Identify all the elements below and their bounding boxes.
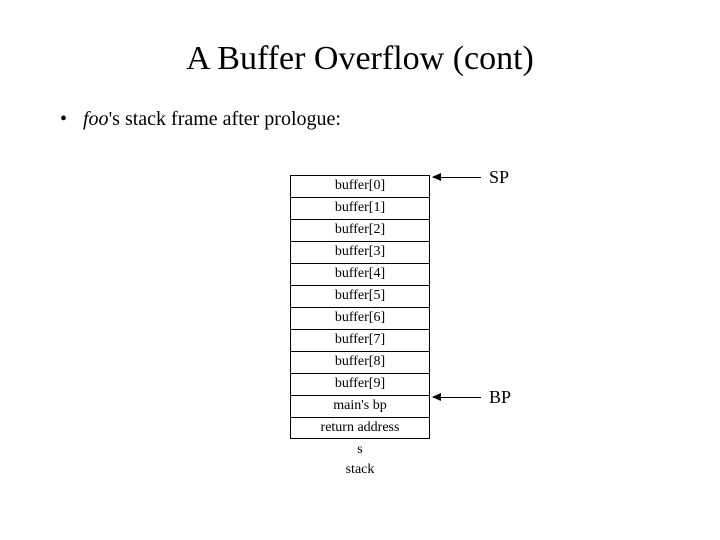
stack-cell: return address <box>290 417 430 439</box>
stack-cell: buffer[3] <box>290 241 430 263</box>
stack-cell: main's bp <box>290 395 430 417</box>
stack-cell: buffer[8] <box>290 351 430 373</box>
stack-cell: buffer[4] <box>290 263 430 285</box>
stack-cell: buffer[6] <box>290 307 430 329</box>
stack-cell: buffer[5] <box>290 285 430 307</box>
slide-title: A Buffer Overflow (cont) <box>60 40 660 78</box>
bullet-foo: foo <box>83 108 109 130</box>
bullet-dot: • <box>60 108 78 131</box>
bullet-rest: 's stack frame after prologue: <box>109 108 341 130</box>
stack-below-stack: stack <box>290 461 430 479</box>
stack-cell: buffer[9] <box>290 373 430 395</box>
stack-cell: buffer[7] <box>290 329 430 351</box>
slide: A Buffer Overflow (cont) • foo's stack f… <box>0 0 720 540</box>
bp-label: BP <box>489 387 511 408</box>
stack-below-s: s <box>290 441 430 459</box>
stack-cell: buffer[1] <box>290 197 430 219</box>
arrow-left-icon <box>433 177 481 178</box>
stack-cell: buffer[2] <box>290 219 430 241</box>
stack-cell: buffer[0] <box>290 175 430 197</box>
bullet-line: • foo's stack frame after prologue: <box>60 108 660 131</box>
sp-pointer: SP <box>433 167 509 188</box>
sp-label: SP <box>489 167 509 188</box>
bp-pointer: BP <box>433 387 511 408</box>
stack-column: buffer[0] buffer[1] buffer[2] buffer[3] … <box>290 175 430 479</box>
arrow-left-icon <box>433 397 481 398</box>
